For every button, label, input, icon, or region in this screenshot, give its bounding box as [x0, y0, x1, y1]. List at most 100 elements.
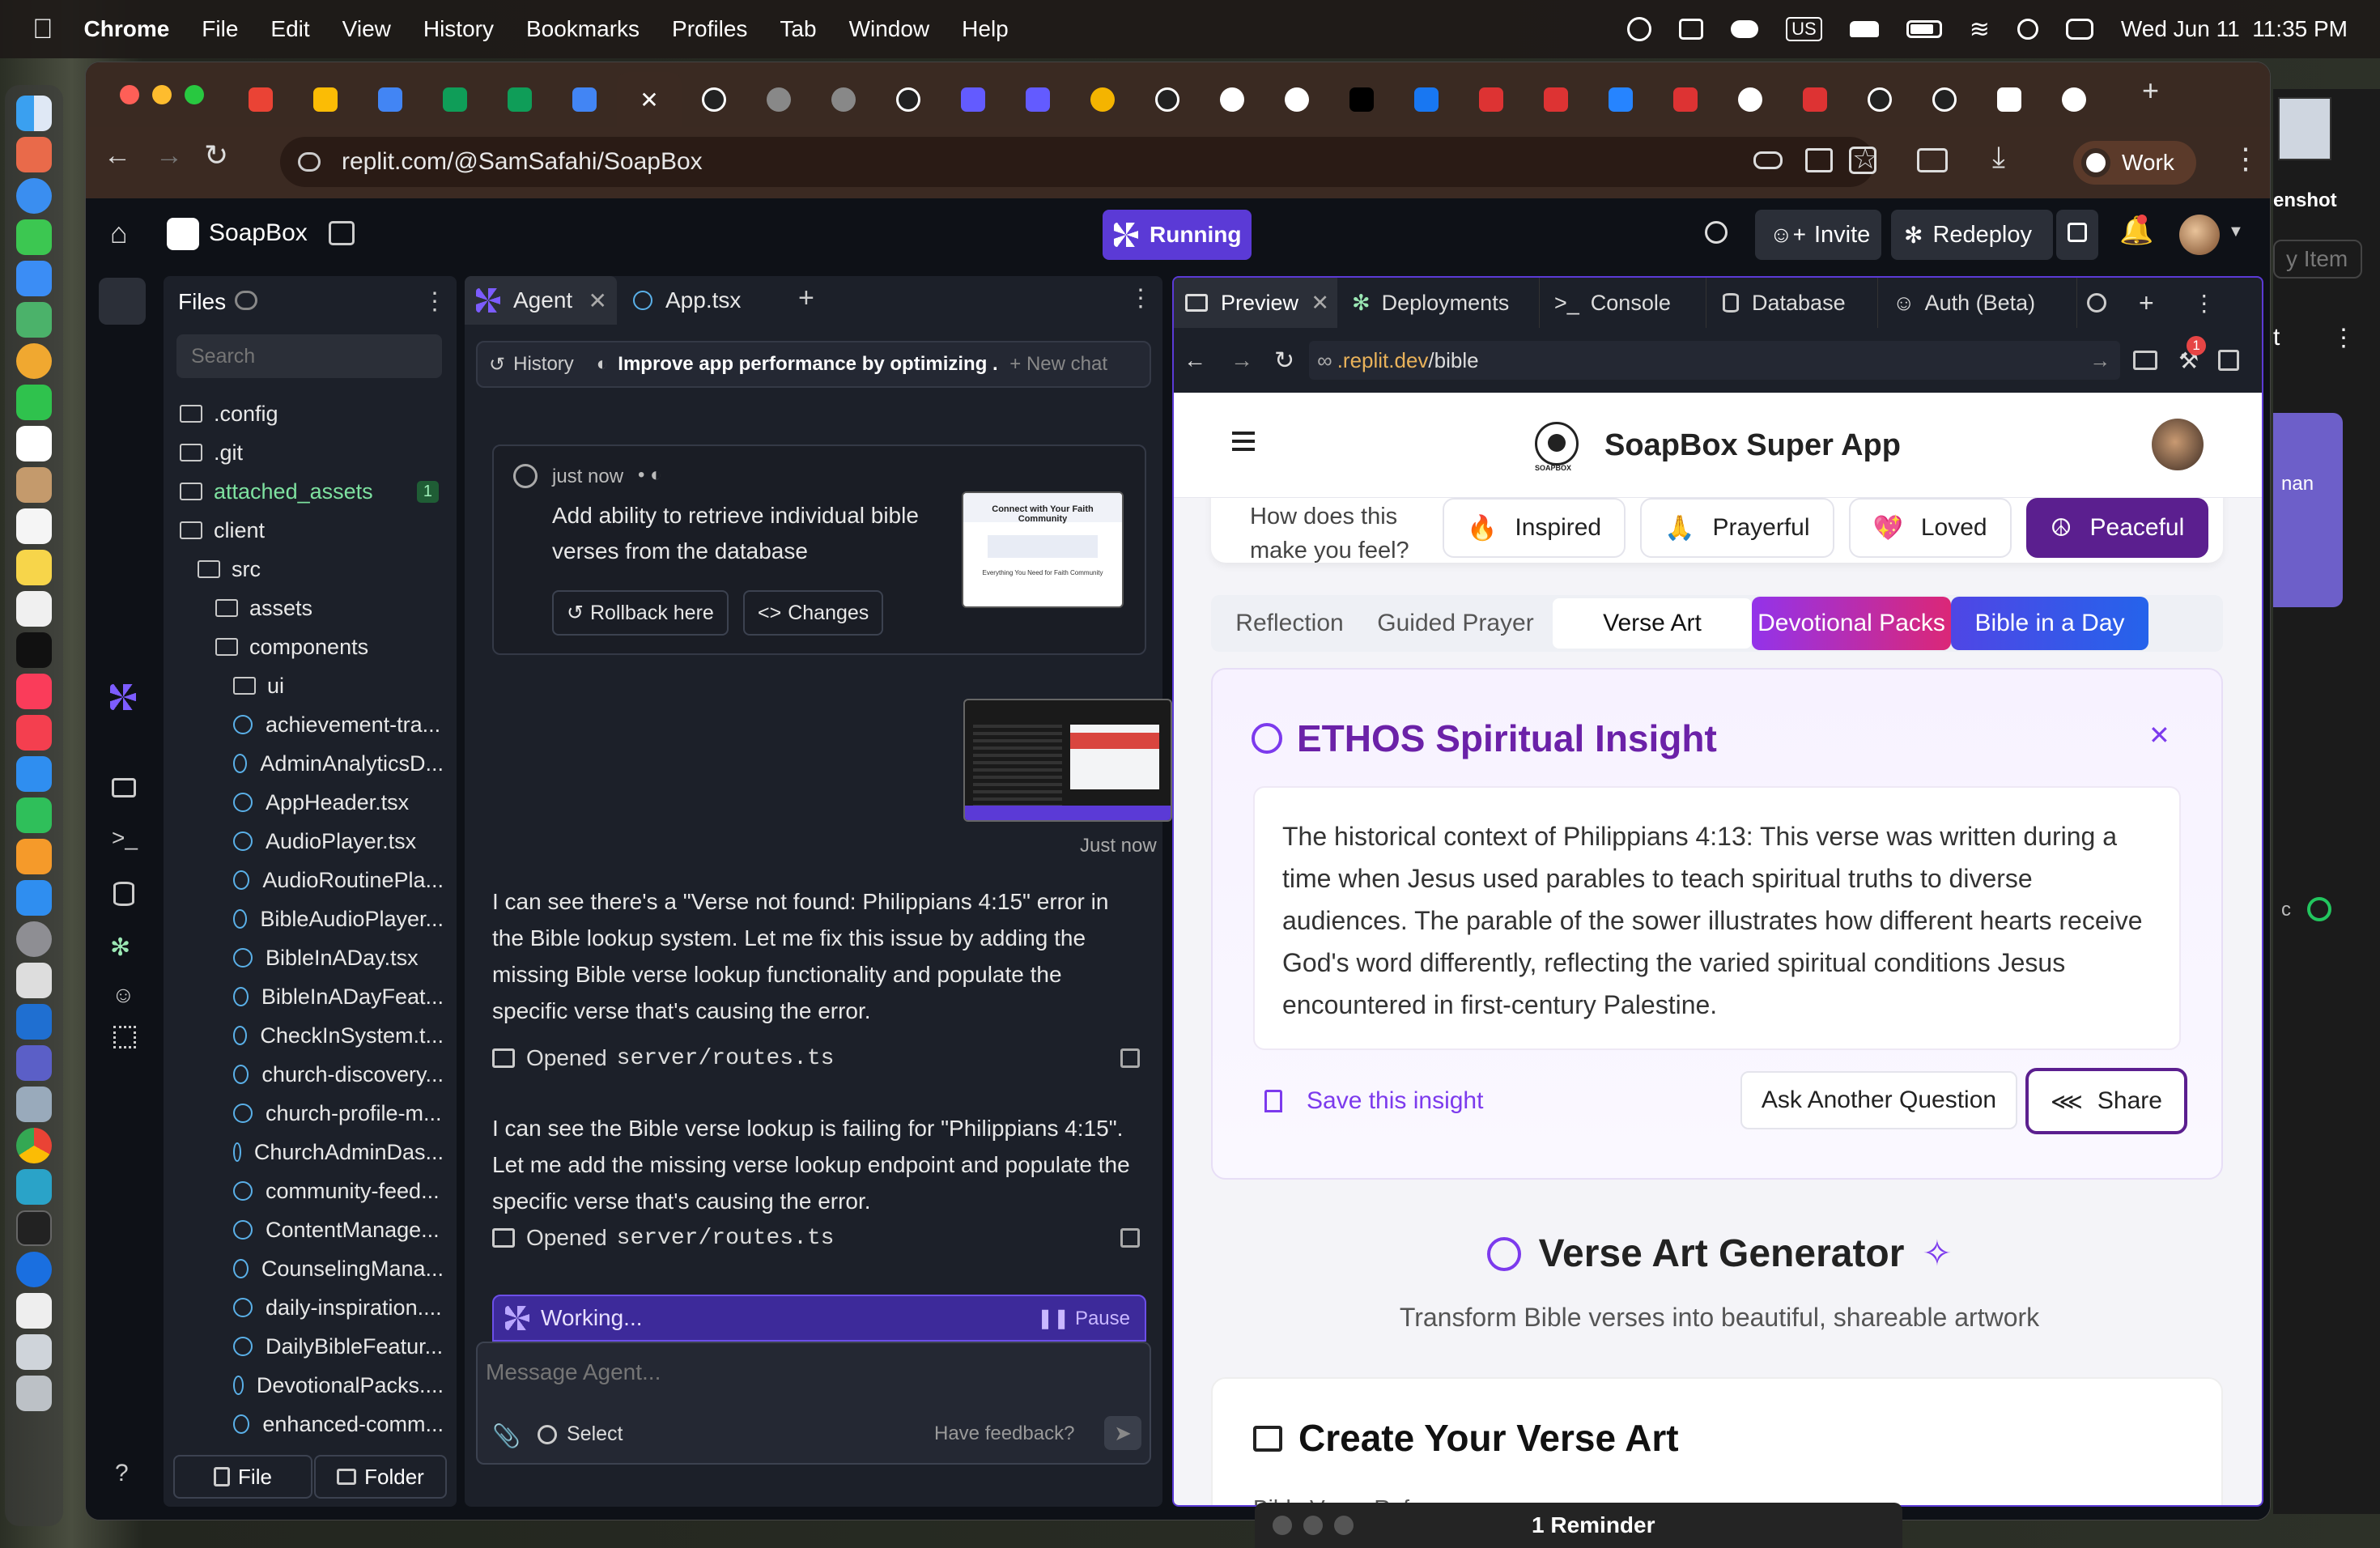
subtab-devotional-packs[interactable]: Devotional Packs — [1752, 597, 1951, 650]
reload-icon[interactable]: ↻ — [204, 138, 228, 172]
menu-help[interactable]: Help — [962, 16, 1009, 42]
file-tree-item[interactable]: BibleInADayFeat... — [176, 977, 444, 1016]
hamburger-menu-icon[interactable] — [1232, 432, 1255, 451]
menu-window[interactable]: Window — [849, 16, 930, 42]
browser-tab[interactable] — [423, 77, 487, 122]
file-tree-item[interactable]: AudioRoutinePla... — [176, 861, 444, 899]
maximize-window-button[interactable] — [1334, 1516, 1354, 1535]
maximize-window-button[interactable] — [185, 85, 204, 104]
calendar-icon[interactable] — [16, 426, 52, 461]
menu-history[interactable]: History — [423, 16, 494, 42]
freeform-icon[interactable] — [16, 591, 52, 627]
facetime-icon[interactable] — [16, 385, 52, 420]
new-tab-button[interactable]: + — [2142, 74, 2159, 108]
apple-icon[interactable]:  — [32, 14, 53, 45]
folder-tree-item[interactable]: assets — [176, 589, 444, 627]
forward-icon[interactable]: → — [1230, 347, 1253, 373]
history-icon[interactable]: ↺ — [489, 353, 505, 376]
redeploy-button[interactable]: ✻ Redeploy — [1891, 210, 2053, 260]
file-tree-item[interactable]: CheckInSystem.t... — [176, 1016, 444, 1055]
send-button[interactable]: ➤ — [1104, 1416, 1141, 1450]
file-tree-item[interactable]: AudioPlayer.tsx — [176, 822, 444, 861]
mood-peaceful-button[interactable]: ☮ Peaceful — [2025, 498, 2209, 558]
file-tree-item[interactable]: church-profile-m... — [176, 1094, 444, 1133]
rollback-button[interactable]: ↺ Rollback here — [552, 590, 729, 636]
browser-tab[interactable] — [293, 77, 358, 122]
teams-icon[interactable] — [16, 1045, 52, 1081]
files-menu-icon[interactable]: ⋮ — [423, 287, 447, 316]
feedback-link[interactable]: Have feedback? — [934, 1423, 1074, 1445]
music-icon[interactable] — [16, 674, 52, 709]
close-tab-icon[interactable]: ✕ — [1311, 291, 1329, 316]
browser-tab[interactable] — [876, 77, 941, 122]
folder-tree-item[interactable]: ui — [176, 666, 444, 705]
file-tree-item[interactable]: DevotionalPacks.... — [176, 1366, 444, 1405]
safari-icon[interactable] — [16, 178, 52, 214]
folder-tree-item[interactable]: .git — [176, 433, 444, 472]
numbers-icon[interactable] — [16, 797, 52, 833]
menu-bookmarks[interactable]: Bookmarks — [526, 16, 640, 42]
browser-tab[interactable] — [1847, 77, 1912, 122]
file-tree-item[interactable]: DailyBibleFeatur... — [176, 1327, 444, 1366]
preview-icon[interactable] — [16, 1293, 52, 1329]
file-tree-item[interactable]: BibleInADay.tsx — [176, 938, 444, 977]
folder-tree-item[interactable]: .config — [176, 394, 444, 433]
browser-tab[interactable] — [1264, 77, 1329, 122]
tab-console[interactable]: >_ Console — [1540, 278, 1706, 328]
background-window[interactable]: enshot y Item t ⋮ nan c — [2273, 89, 2380, 1514]
deployments-tool-icon[interactable]: ✻ — [110, 933, 130, 962]
user-attached-screenshot[interactable] — [963, 699, 1172, 822]
outlook-icon[interactable] — [16, 1004, 52, 1040]
reminders-icon[interactable] — [16, 508, 52, 544]
files-search-input[interactable] — [176, 334, 442, 378]
minimize-window-button[interactable] — [152, 85, 172, 104]
wifi-icon[interactable]: ≋ — [1970, 15, 1990, 44]
search-icon[interactable] — [2017, 19, 2038, 40]
browser-tab[interactable] — [228, 77, 293, 122]
add-tab-icon[interactable]: + — [2139, 288, 2154, 318]
save-insight-button[interactable]: Save this insight — [1264, 1087, 1483, 1115]
agent-tool-icon[interactable] — [110, 684, 136, 710]
windsurf-icon[interactable] — [16, 1169, 52, 1205]
new-chat-button[interactable]: + New chat — [1009, 353, 1107, 376]
browser-tab[interactable] — [1135, 77, 1200, 122]
mail-icon[interactable] — [16, 261, 52, 296]
pause-button[interactable]: ❚❚ Pause — [1037, 1307, 1130, 1330]
menu-profiles[interactable]: Profiles — [672, 16, 747, 42]
folder-tree-item[interactable]: components — [176, 627, 444, 666]
keynote-icon[interactable] — [16, 756, 52, 792]
close-window-button[interactable] — [1273, 1516, 1292, 1535]
browser-tab[interactable] — [682, 77, 746, 122]
panel-menu-icon[interactable]: ⋮ — [2193, 290, 2216, 317]
select-element-button[interactable]: Select — [538, 1423, 623, 1446]
folder-tree-item[interactable]: attached_assets 1 — [176, 472, 444, 511]
file-tree-item[interactable]: church-discovery... — [176, 1055, 444, 1094]
app-user-avatar[interactable] — [2152, 419, 2204, 470]
opened-file-row[interactable]: Opened server/routes.ts — [492, 1045, 1140, 1071]
home-icon[interactable]: ⌂ — [110, 216, 128, 250]
devtools-icon[interactable]: ⚒ 1 — [2178, 335, 2207, 374]
password-icon[interactable] — [1627, 17, 1652, 41]
finder-icon[interactable] — [16, 96, 52, 131]
control-center-icon[interactable] — [2065, 19, 2093, 40]
run-status-button[interactable]: Running — [1103, 210, 1252, 260]
chevron-down-icon[interactable]: ▼ — [2228, 223, 2244, 241]
browser-tab[interactable] — [1200, 77, 1264, 122]
keyboard-layout-icon[interactable]: US — [1786, 17, 1822, 41]
browser-tab[interactable] — [1070, 77, 1135, 122]
browser-tab[interactable] — [1524, 77, 1588, 122]
attach-icon[interactable]: 📎 — [492, 1423, 521, 1449]
pages-icon[interactable] — [16, 839, 52, 874]
search-icon[interactable] — [2087, 293, 2106, 313]
finder-alt-icon[interactable] — [16, 1087, 52, 1122]
subtab-bible-in-a-day[interactable]: Bible in a Day — [1951, 597, 2148, 650]
mood-inspired-button[interactable]: 🔥 Inspired — [1443, 498, 1626, 558]
address-bar[interactable]: replit.com /@SamSafahi/SoapBox ☆ — [280, 137, 1878, 187]
database-tool-icon[interactable] — [113, 882, 134, 906]
tab-app-tsx[interactable]: App.tsx — [618, 276, 772, 325]
preview-tool-icon[interactable] — [112, 778, 136, 797]
panel-menu-icon[interactable]: ⋮ — [1128, 284, 1153, 313]
browser-tab[interactable] — [358, 77, 423, 122]
file-tree-item[interactable]: ContentManage... — [176, 1210, 444, 1249]
onepassword-icon[interactable] — [16, 1252, 52, 1287]
